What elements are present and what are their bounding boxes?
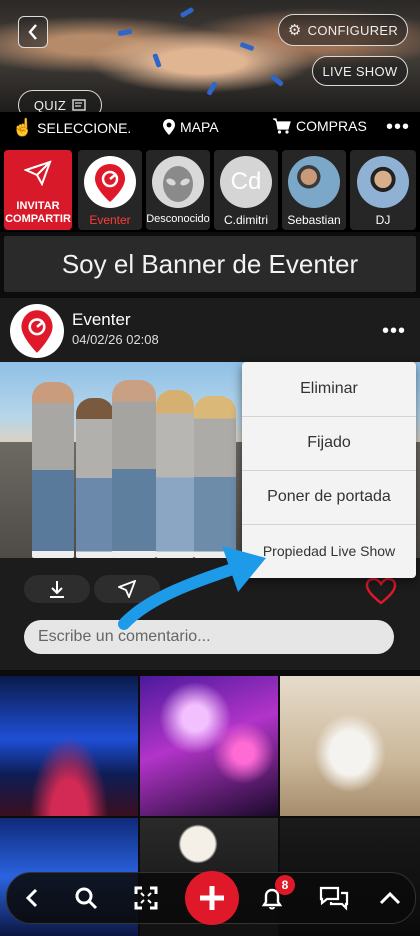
fullscreen-icon[interactable] bbox=[129, 881, 163, 915]
download-button[interactable] bbox=[24, 575, 90, 603]
share-label: COMPARTIR bbox=[5, 213, 71, 225]
shop-button[interactable]: COMPRAS bbox=[272, 118, 367, 134]
alien-avatar-icon bbox=[152, 156, 204, 208]
select-button[interactable]: ☝ SELECCIONE. bbox=[12, 118, 131, 138]
live-show-label: LIVE SHOW bbox=[322, 63, 398, 79]
chat-icon[interactable] bbox=[317, 881, 351, 915]
menu-item-set-cover[interactable]: Poner de portada bbox=[242, 470, 416, 525]
menu-item-delete[interactable]: Eliminar bbox=[242, 362, 416, 417]
post-options-icon[interactable]: ••• bbox=[382, 320, 406, 343]
stories-row: INVITAR COMPARTIR Eventer Desconocido Cd… bbox=[0, 144, 420, 232]
story-dj[interactable]: DJ bbox=[350, 150, 416, 230]
grid-photo[interactable] bbox=[0, 676, 138, 816]
configurer-button[interactable]: ⚙ CONFIGURER bbox=[278, 14, 408, 46]
eventer-avatar-icon bbox=[10, 304, 64, 358]
avatar bbox=[288, 156, 340, 208]
map-label: MAPA bbox=[180, 119, 219, 135]
add-button[interactable] bbox=[185, 871, 239, 925]
post-author[interactable]: Eventer bbox=[72, 310, 131, 330]
quiz-label: QUIZ bbox=[33, 97, 67, 113]
invite-label: INVITAR bbox=[16, 200, 60, 212]
invite-share-button[interactable]: INVITAR COMPARTIR bbox=[4, 150, 72, 230]
map-pin-icon bbox=[163, 119, 175, 135]
cart-icon bbox=[273, 118, 291, 134]
edit-list-icon bbox=[72, 99, 86, 111]
plus-icon bbox=[200, 886, 224, 910]
send-invite-icon bbox=[24, 160, 52, 186]
download-icon bbox=[50, 581, 64, 598]
banner[interactable]: Soy el Banner de Eventer bbox=[4, 236, 416, 292]
bottom-toolbar: 8 bbox=[6, 871, 416, 925]
chevron-left-icon bbox=[28, 24, 37, 40]
pointer-hand-icon: ☝ bbox=[12, 118, 34, 137]
story-label-dj: DJ bbox=[375, 213, 391, 227]
menu-item-pin[interactable]: Fijado bbox=[242, 416, 416, 471]
live-show-button[interactable]: LIVE SHOW bbox=[312, 56, 408, 86]
heart-icon[interactable] bbox=[365, 577, 397, 610]
story-sebastian[interactable]: Sebastian bbox=[282, 150, 346, 230]
more-menu-icon[interactable]: ••• bbox=[386, 116, 410, 139]
story-eventer[interactable]: Eventer bbox=[78, 150, 142, 230]
story-cdimitri[interactable]: Cd C.dimitri bbox=[214, 150, 278, 230]
post-timestamp: 04/02/26 02:08 bbox=[72, 332, 159, 347]
avatar bbox=[357, 156, 409, 208]
search-icon[interactable] bbox=[69, 881, 103, 915]
story-desconocido[interactable]: Desconocido bbox=[146, 150, 210, 230]
grid-photo[interactable] bbox=[280, 676, 420, 816]
quiz-button[interactable]: QUIZ bbox=[18, 90, 102, 112]
map-button[interactable]: MAPA bbox=[162, 118, 219, 136]
configurer-label: CONFIGURER bbox=[307, 22, 399, 38]
story-label-cdimitri: C.dimitri bbox=[224, 213, 268, 227]
annotation-arrow bbox=[118, 546, 266, 630]
nav-bar: ☝ SELECCIONE. MAPA COMPRAS ••• bbox=[0, 112, 420, 144]
shop-label: COMPRAS bbox=[296, 118, 367, 134]
chevron-up-icon[interactable] bbox=[373, 881, 407, 915]
gear-icon: ⚙ bbox=[287, 22, 302, 39]
avatar-initials: Cd bbox=[220, 156, 272, 208]
grid-photo[interactable] bbox=[140, 676, 278, 816]
story-label-sebastian: Sebastian bbox=[287, 213, 341, 227]
eventer-logo-icon bbox=[84, 156, 136, 208]
notification-badge: 8 bbox=[275, 875, 295, 895]
header-image: ⚙ CONFIGURER LIVE SHOW QUIZ bbox=[0, 0, 420, 112]
chevron-left-icon[interactable] bbox=[15, 881, 49, 915]
story-label-desconocido: Desconocido bbox=[146, 213, 210, 225]
story-label-eventer: Eventer bbox=[89, 213, 131, 227]
select-label: SELECCIONE. bbox=[37, 120, 132, 136]
back-button[interactable] bbox=[18, 16, 48, 48]
